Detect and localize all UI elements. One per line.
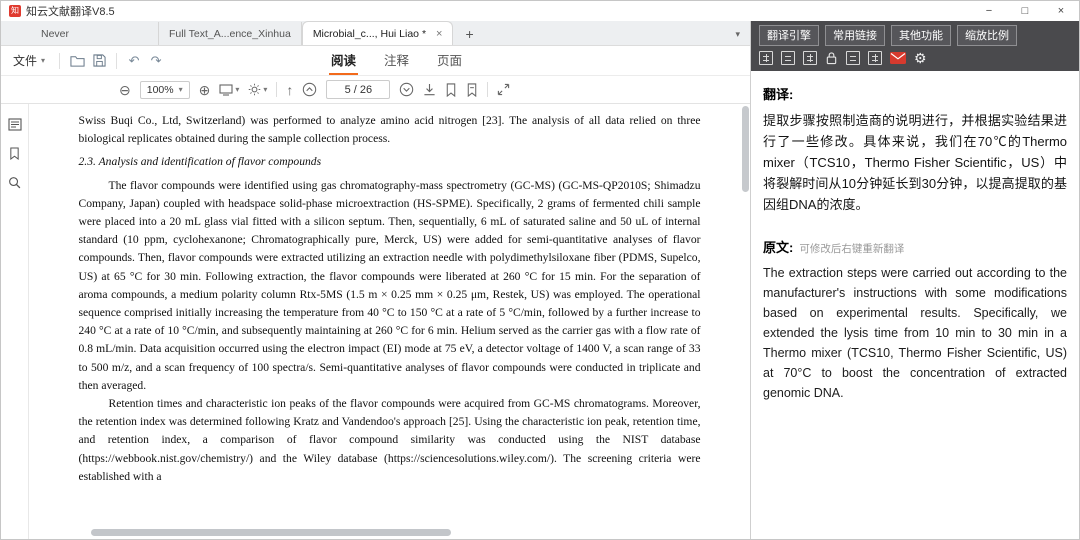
chevron-down-icon: ▾ [179,85,183,94]
chevron-down-icon: ▾ [235,85,239,94]
layout-dual-icon[interactable] [803,51,817,65]
divider [487,82,488,97]
app-title: 知云文献翻译V8.5 [26,3,115,19]
document-tabbar: Never Full Text_A...ence_Xinhua Microbia… [1,21,750,46]
chevron-down-icon: ▾ [263,85,267,94]
thumbnails-panel-icon[interactable] [8,118,22,131]
tab-other-functions[interactable]: 其他功能 [891,25,951,46]
bookmarks-panel-icon[interactable] [9,147,20,160]
add-bookmark-icon[interactable] [445,83,457,97]
app-window: 知 知云文献翻译V8.5 − □ × Never Full Text_A...e… [0,0,1080,540]
pdf-page: Swiss Buqi Co., Ltd, Switzerland) was pe… [79,104,701,486]
chevron-down-icon: ▾ [41,56,45,65]
save-icon[interactable] [88,51,110,71]
divider [116,53,117,69]
paragraph-retention: Retention times and characteristic ion p… [79,395,701,486]
paragraph-methods: The flavor compounds were identified usi… [79,177,701,395]
translation-label: 翻译: [763,84,1067,103]
download-icon[interactable] [423,83,436,97]
brightness-icon [248,83,261,96]
original-text[interactable]: The extraction steps were carried out ac… [763,263,1067,403]
viewer-sidebar [1,104,29,539]
compare-view-icon[interactable] [868,51,882,65]
doc-tab-microbial[interactable]: Microbial_c..., Hui Liao * × [302,21,454,45]
page-layout-icon [219,84,233,96]
doc-tab-label: Microbial_c..., Hui Liao * [313,28,426,40]
settings-gear-icon[interactable]: ⚙ [914,51,927,65]
translation-panel: 翻译引擎 常用链接 其他功能 缩放比例 ⚙ 翻译: [751,21,1079,539]
paragraph-intro: Swiss Buqi Co., Ltd, Switzerland) was pe… [79,112,701,148]
close-button[interactable]: × [1043,1,1079,21]
view-mode-tabs: 阅读 注释 页面 [329,46,464,75]
panel-icon-row: ⚙ [759,51,1071,65]
theme-dropdown[interactable]: ▾ [248,83,267,96]
tab-zoom-ratio[interactable]: 缩放比例 [957,25,1017,46]
lock-icon[interactable] [825,51,838,65]
previous-page-icon[interactable] [302,82,317,97]
page-layout-dropdown[interactable]: ▾ [219,84,239,96]
tab-read[interactable]: 阅读 [329,46,358,75]
divider [276,82,277,97]
document-viewer: Swiss Buqi Co., Ltd, Switzerland) was pe… [1,104,750,539]
tab-annotate[interactable]: 注释 [382,46,411,75]
tab-close-icon[interactable]: × [436,28,442,40]
doc-tab-never[interactable]: Never [31,22,159,45]
undo-icon[interactable]: ↶ [123,51,145,71]
copy-text-icon[interactable] [846,51,860,65]
document-page-area[interactable]: Swiss Buqi Co., Ltd, Switzerland) was pe… [29,104,750,539]
file-menu-label: 文件 [13,52,37,69]
zoom-out-icon[interactable]: ⊖ [119,83,131,97]
tab-translation-engine[interactable]: 翻译引擎 [759,25,819,46]
go-to-top-icon[interactable]: ↑ [286,83,293,97]
window-controls: − □ × [971,1,1079,21]
mail-icon[interactable] [890,52,906,64]
file-menu[interactable]: 文件 ▾ [1,52,53,69]
horizontal-scrollbar[interactable] [59,529,738,537]
tab-overflow-chevron-icon[interactable]: ▾ [735,29,740,40]
bookmark-list-icon[interactable] [466,83,478,97]
page-number-input[interactable]: 5 / 26 [326,80,390,99]
doc-tab-label: Full Text_A...ence_Xinhua [169,28,291,40]
tab-common-links[interactable]: 常用链接 [825,25,885,46]
minimize-button[interactable]: − [971,1,1007,21]
maximize-button[interactable]: □ [1007,1,1043,21]
panel-body: 翻译: 提取步骤按照制造商的说明进行，并根据实验结果进行了一些修改。具体来说，我… [751,71,1079,416]
horizontal-scrollbar-thumb[interactable] [91,529,451,536]
doc-tab-fulltext[interactable]: Full Text_A...ence_Xinhua [159,22,302,45]
doc-tab-label: Never [41,28,69,40]
menu-row: 文件 ▾ ↶ ↷ 阅读 注释 页面 [1,46,750,76]
zoom-level-value: 100% [147,84,174,96]
open-folder-icon[interactable] [66,51,88,71]
layout-split-icon[interactable] [759,51,773,65]
reader-toolbar: ⊖ 100% ▾ ⊕ ▾ ▾ ↑ 5 / 26 [1,76,750,104]
original-header: 原文: 可修改后右键重新翻译 [763,237,1067,256]
original-label: 原文: [763,237,793,256]
original-hint: 可修改后右键重新翻译 [799,241,904,256]
app-logo-icon: 知 [9,5,21,17]
reader-column: Never Full Text_A...ence_Xinhua Microbia… [1,21,751,539]
tab-pages[interactable]: 页面 [435,46,464,75]
vertical-scrollbar[interactable] [741,104,749,539]
zoom-level-dropdown[interactable]: 100% ▾ [140,81,190,99]
next-page-icon[interactable] [399,82,414,97]
panel-header: 翻译引擎 常用链接 其他功能 缩放比例 ⚙ [751,21,1079,71]
fullscreen-expand-icon[interactable] [497,83,510,96]
search-icon[interactable] [8,176,21,189]
new-tab-button[interactable]: + [453,22,485,45]
translation-text[interactable]: 提取步骤按照制造商的说明进行，并根据实验结果进行了一些修改。具体来说，我们在70… [763,110,1067,215]
titlebar: 知 知云文献翻译V8.5 − □ × [1,1,1079,21]
divider [59,53,60,69]
panel-menu-tabs: 翻译引擎 常用链接 其他功能 缩放比例 [759,25,1071,46]
vertical-scrollbar-thumb[interactable] [742,106,749,192]
layout-single-icon[interactable] [781,51,795,65]
section-heading: 2.3. Analysis and identification of flav… [79,153,701,171]
zoom-in-icon[interactable]: ⊕ [199,83,211,97]
redo-icon[interactable]: ↷ [145,51,167,71]
